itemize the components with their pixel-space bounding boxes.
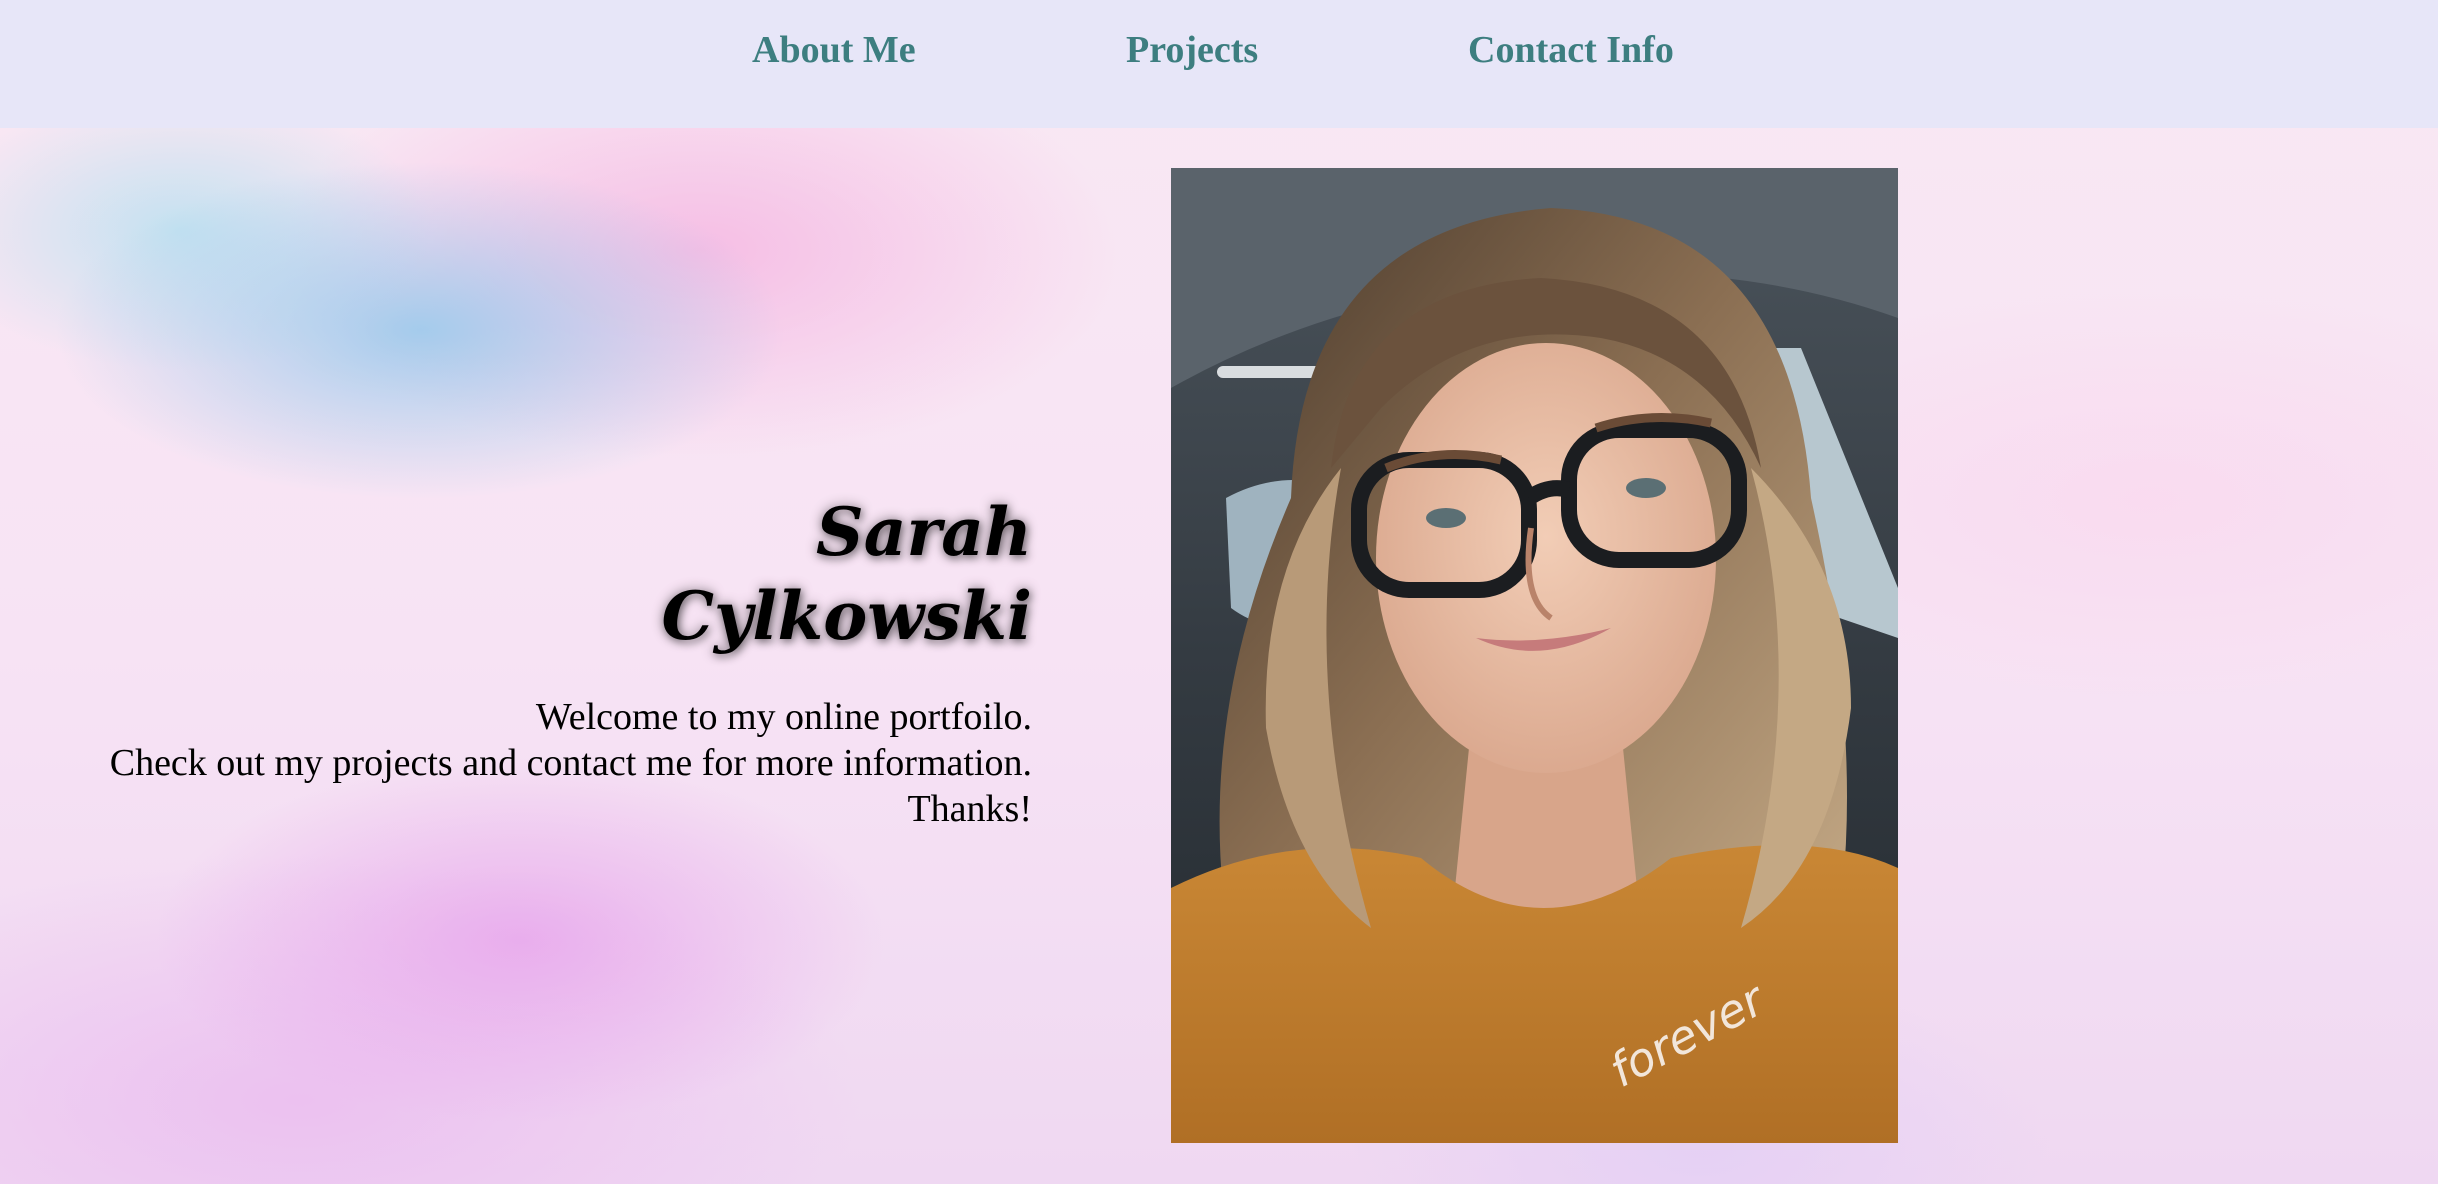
car-dome-light xyxy=(1217,366,1327,378)
nav-link-projects[interactable]: Projects xyxy=(1126,28,1258,72)
name-first: Sarah xyxy=(816,493,1032,571)
profile-photo: forever xyxy=(1171,168,1898,1143)
welcome-message: Welcome to my online portfoilo. Check ou… xyxy=(20,694,1032,832)
welcome-line: Check out my projects and contact me for… xyxy=(109,742,1032,784)
name-last: Cylkowski xyxy=(661,577,1032,655)
nav-link-contact-info[interactable]: Contact Info xyxy=(1468,28,1674,72)
eye-right xyxy=(1626,478,1666,498)
eye-left xyxy=(1426,508,1466,528)
top-navbar: About Me Projects Contact Info xyxy=(0,0,2438,128)
intro-section: Sarah Cylkowski Welcome to my online por… xyxy=(20,490,1032,832)
nav-link-about-me[interactable]: About Me xyxy=(752,28,916,72)
page-title: Sarah Cylkowski xyxy=(20,490,1032,658)
welcome-line: Welcome to my online portfoilo. xyxy=(535,696,1032,738)
welcome-line: Thanks! xyxy=(907,788,1032,830)
